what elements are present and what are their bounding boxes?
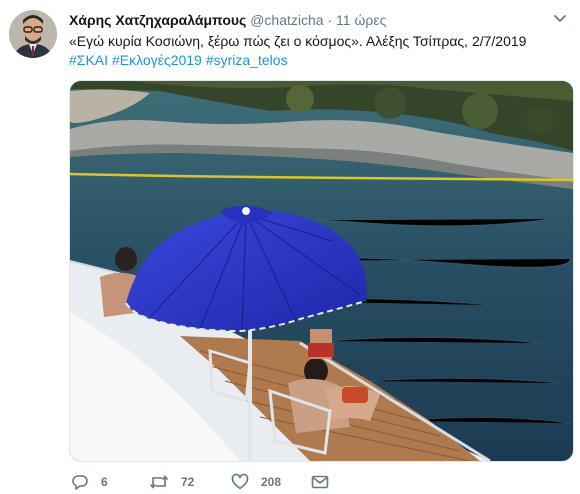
like-button[interactable]: 208 [231,471,281,493]
author-handle[interactable]: @chatzicha [250,12,323,28]
separator-dot: · [327,12,333,28]
reply-icon [72,475,88,490]
tweet-photo[interactable] [69,80,574,462]
tweet-header: Χάρης Χατζηχαραλάμπους @chatzicha · 11 ώ… [69,11,386,29]
hashtag-skai[interactable]: #ΣΚΑΙ [69,52,108,68]
retweet-button[interactable]: 72 [149,471,194,493]
avatar[interactable] [9,10,57,58]
tweet: Χάρης Χατζηχαραλάμπους @chatzicha · 11 ώ… [0,0,580,494]
like-count: 208 [261,475,282,489]
timestamp[interactable]: 11 ώρες [336,12,386,28]
envelope-icon [311,475,329,489]
chevron-down-icon[interactable] [553,14,567,24]
hashtags: #ΣΚΑΙ #Εκλογές2019 #syriza_telos [69,51,292,70]
hashtag-ekloges2019[interactable]: #Εκλογές2019 [112,52,202,68]
reply-button[interactable]: 6 [71,471,108,493]
reply-count: 6 [101,475,108,489]
heart-icon [231,473,249,490]
retweet-count: 72 [181,475,195,489]
tweet-actions: 6 72 208 [69,471,369,493]
direct-message-button[interactable] [311,471,329,493]
retweet-icon [149,475,169,489]
author-name[interactable]: Χάρης Χατζηχαραλάμπους [69,12,246,28]
tweet-text: «Εγώ κυρία Κοσιώνη, ξέρω πώς ζει ο κόσμο… [69,33,527,49]
hashtag-syriza-telos[interactable]: #syriza_telos [206,52,288,68]
